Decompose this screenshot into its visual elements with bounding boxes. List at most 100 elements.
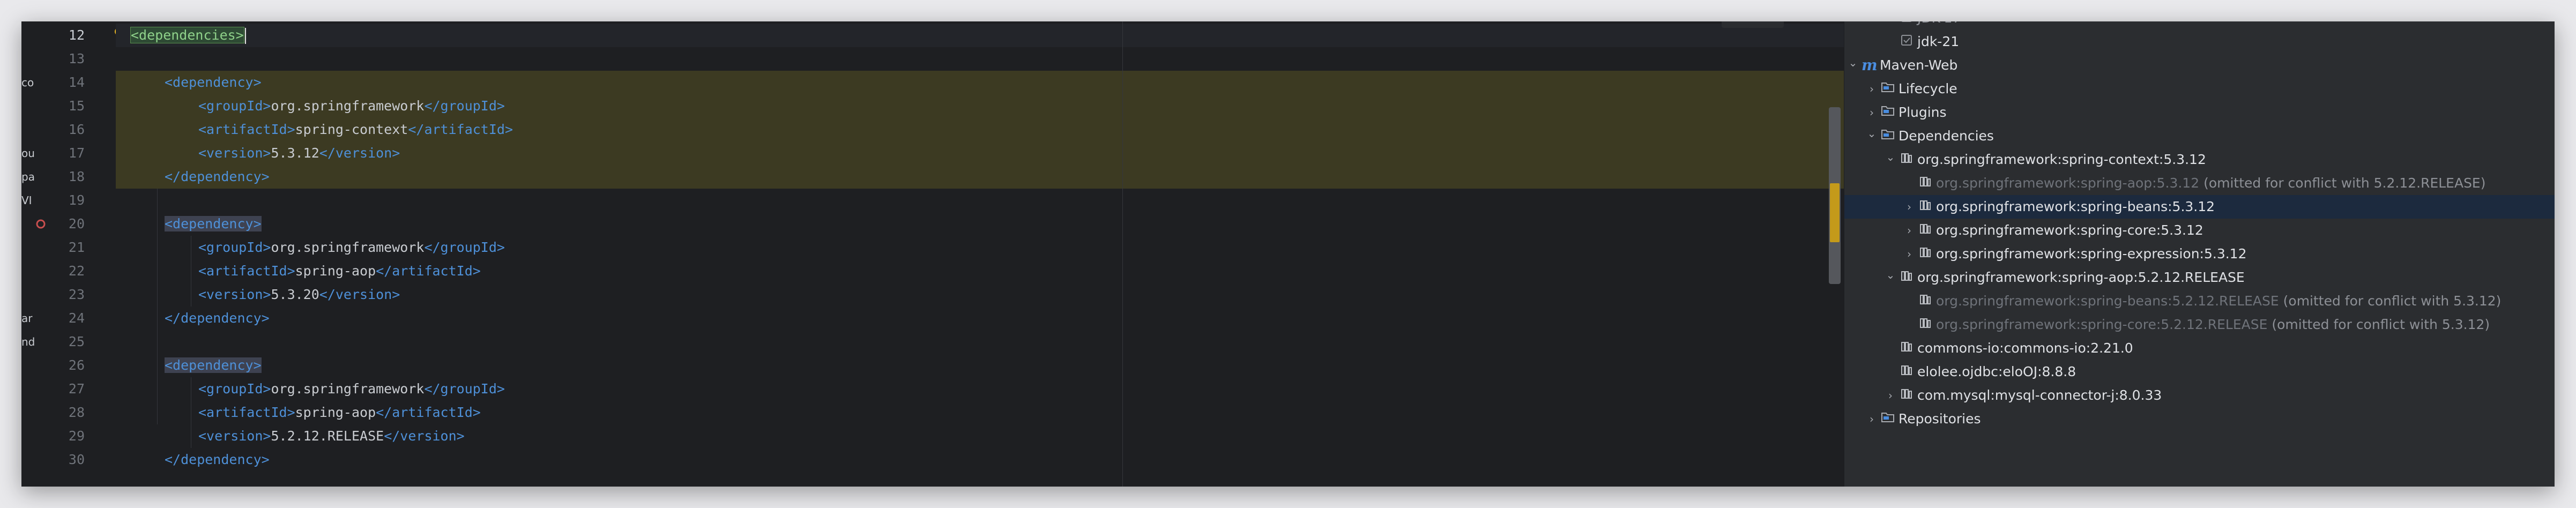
maven-tree-node[interactable]: org.springframework:spring-core:5.2.12.R… <box>1844 313 2555 337</box>
maven-node-label: Repositories <box>1899 407 1981 431</box>
maven-tree-node[interactable]: ⌄ org.springframework:spring-context:5.3.… <box>1844 148 2555 171</box>
maven-tree-node[interactable]: JDK-17 <box>1844 21 2555 30</box>
maven-node-label: com.mysql:mysql-connector-j:8.0.33 <box>1917 384 2162 407</box>
code-line[interactable]: <groupId>org.springframework</groupId> <box>116 236 1844 259</box>
right-margin-guide <box>1122 21 1123 487</box>
chevron-down-icon[interactable]: ⌄ <box>1848 54 1858 72</box>
code-line[interactable]: <dependency> <box>116 212 1844 236</box>
maven-node-label: commons-io:commons-io:2.21.0 <box>1917 337 2133 360</box>
chevron-down-icon[interactable]: ⌄ <box>1885 266 1896 284</box>
code-line-text: <version>5.3.12</version> <box>198 141 400 165</box>
check-icon <box>1899 30 1914 54</box>
xml-tag: </dependency> <box>165 452 270 467</box>
editor-top-widget[interactable] <box>1722 21 1784 28</box>
maven-node-name: Plugins <box>1899 104 1947 120</box>
maven-tree-node[interactable]: org.springframework:spring-beans:5.2.12.… <box>1844 289 2555 313</box>
line-number: 18 <box>68 169 85 184</box>
maven-node-name: Repositories <box>1899 411 1981 427</box>
library-icon <box>1918 289 1933 313</box>
code-line[interactable]: <artifactId>spring-aop</artifactId> <box>116 259 1844 283</box>
folder-icon <box>1880 101 1895 124</box>
maven-tree-node[interactable]: org.springframework:spring-aop:5.3.12 (o… <box>1844 171 2555 195</box>
code-line[interactable] <box>116 189 1844 212</box>
code-line[interactable]: </dependency> <box>116 165 1844 189</box>
maven-tree-node[interactable]: › Plugins <box>1844 101 2555 124</box>
code-line-text: </dependency> <box>165 448 270 472</box>
chevron-down-icon[interactable]: ⌄ <box>1866 124 1877 143</box>
maven-node-name: Maven-Web <box>1880 57 1958 73</box>
maven-node-label: org.springframework:spring-beans:5.2.12.… <box>1936 289 2501 313</box>
maven-node-label: Maven-Web <box>1880 54 1957 77</box>
library-icon <box>1899 384 1914 407</box>
code-line[interactable]: <version>5.3.12</version> <box>116 141 1844 165</box>
xml-tag: </dependency> <box>165 169 270 184</box>
maven-tree-node[interactable]: › org.springframework:spring-beans:5.3.12 <box>1844 195 2555 219</box>
code-line[interactable]: <dependency> <box>116 354 1844 377</box>
gutter-conflict-icon[interactable] <box>35 219 46 229</box>
chevron-right-icon[interactable]: › <box>1866 407 1877 431</box>
code-line[interactable] <box>116 330 1844 354</box>
line-number: 25 <box>68 334 85 349</box>
xml-tag: </version> <box>319 145 400 161</box>
left-strip-fragment: pa <box>21 170 35 183</box>
code-line[interactable]: <artifactId>spring-context</artifactId> <box>116 118 1844 141</box>
code-line[interactable]: <groupId>org.springframework</groupId> <box>116 94 1844 118</box>
maven-tree-node[interactable]: › com.mysql:mysql-connector-j:8.0.33 <box>1844 384 2555 407</box>
conflict-note: (omitted for conflict with 5.3.12) <box>2283 293 2501 309</box>
maven-tree-node[interactable]: › Repositories <box>1844 407 2555 431</box>
maven-tree-node[interactable]: jdk-21 <box>1844 30 2555 54</box>
maven-node-name: commons-io:commons-io:2.21.0 <box>1917 340 2133 356</box>
maven-node-label: Dependencies <box>1899 124 1994 148</box>
chevron-right-icon[interactable]: › <box>1866 77 1877 101</box>
maven-tree-node[interactable]: › org.springframework:spring-expression:5… <box>1844 242 2555 266</box>
maven-node-name: org.springframework:spring-beans:5.3.12 <box>1936 199 2215 214</box>
code-line[interactable]: </dependency> <box>116 448 1844 472</box>
xml-tag: </artifactId> <box>376 405 481 420</box>
code-line-text: <dependencies> <box>130 24 246 47</box>
code-line[interactable] <box>116 47 1844 71</box>
code-line[interactable]: </dependency> <box>116 307 1844 330</box>
maven-node-label: org.springframework:spring-core:5.3.12 <box>1936 219 2203 242</box>
code-line[interactable]: <version>5.2.12.RELEASE</version> <box>116 424 1844 448</box>
xml-tag: <dependency> <box>165 357 262 373</box>
code-line-text: <artifactId>spring-aop</artifactId> <box>198 401 481 424</box>
maven-tree-node[interactable]: › Lifecycle <box>1844 77 2555 101</box>
code-area[interactable]: <dependencies> <dependency> <groupId>org.s… <box>116 21 1844 487</box>
xml-tag: </groupId> <box>424 381 505 397</box>
jdk-icon <box>1899 21 1914 30</box>
code-line-text: <artifactId>spring-context</artifactId> <box>198 118 513 141</box>
chevron-right-icon[interactable]: › <box>1866 101 1877 124</box>
maven-tree-node[interactable]: › org.springframework:spring-core:5.3.12 <box>1844 219 2555 242</box>
folder-icon <box>1880 124 1895 148</box>
maven-node-name: org.springframework:spring-core:5.3.12 <box>1936 222 2203 238</box>
code-line[interactable]: <groupId>org.springframework</groupId> <box>116 377 1844 401</box>
code-line[interactable]: <version>5.3.20</version> <box>116 283 1844 307</box>
code-line[interactable]: <dependency> <box>116 71 1844 94</box>
chevron-right-icon[interactable]: › <box>1904 242 1915 266</box>
code-line[interactable]: <artifactId>spring-aop</artifactId> <box>116 401 1844 424</box>
scrollbar-highlight-marker[interactable] <box>1830 183 1840 242</box>
code-editor[interactable]: co ou pa VI ar nd 12 13 14 15 16 17 18 19 20 21 22 23 24 2… <box>21 21 1844 487</box>
maven-tree-node[interactable]: ⌄ m Maven-Web <box>1844 54 2555 77</box>
chevron-right-icon[interactable]: › <box>1904 219 1915 242</box>
line-number-gutter[interactable]: 12 13 14 15 16 17 18 19 20 21 22 23 24 25 26 27 28 29 30 <box>35 21 122 487</box>
code-line[interactable]: <dependencies> <box>116 24 1844 47</box>
maven-node-name: Lifecycle <box>1899 81 1957 96</box>
left-strip-fragment: VI <box>21 194 32 207</box>
chevron-right-icon[interactable]: › <box>1885 384 1896 407</box>
maven-tree-node[interactable]: ⌄ Dependencies <box>1844 124 2555 148</box>
chevron-down-icon[interactable]: ⌄ <box>1885 148 1896 166</box>
maven-tree-node[interactable]: ⌄ org.springframework:spring-aop:5.2.12.R… <box>1844 266 2555 289</box>
xml-tag: </artifactId> <box>376 263 481 279</box>
xml-tag: </artifactId> <box>408 122 513 137</box>
maven-node-name: org.springframework:spring-aop:5.2.12.RE… <box>1917 270 2245 285</box>
conflict-note: (omitted for conflict with 5.3.12) <box>2272 317 2490 332</box>
library-icon <box>1918 219 1933 242</box>
line-number: 22 <box>68 263 85 279</box>
folder-icon <box>1880 77 1895 101</box>
chevron-right-icon[interactable]: › <box>1904 195 1915 219</box>
line-number: 27 <box>68 381 85 397</box>
maven-tree-node[interactable]: commons-io:commons-io:2.21.0 <box>1844 337 2555 360</box>
maven-tree-node[interactable]: elolee.ojdbc:eloOJ:8.8.8 <box>1844 360 2555 384</box>
xml-tag: <dependency> <box>165 216 262 231</box>
